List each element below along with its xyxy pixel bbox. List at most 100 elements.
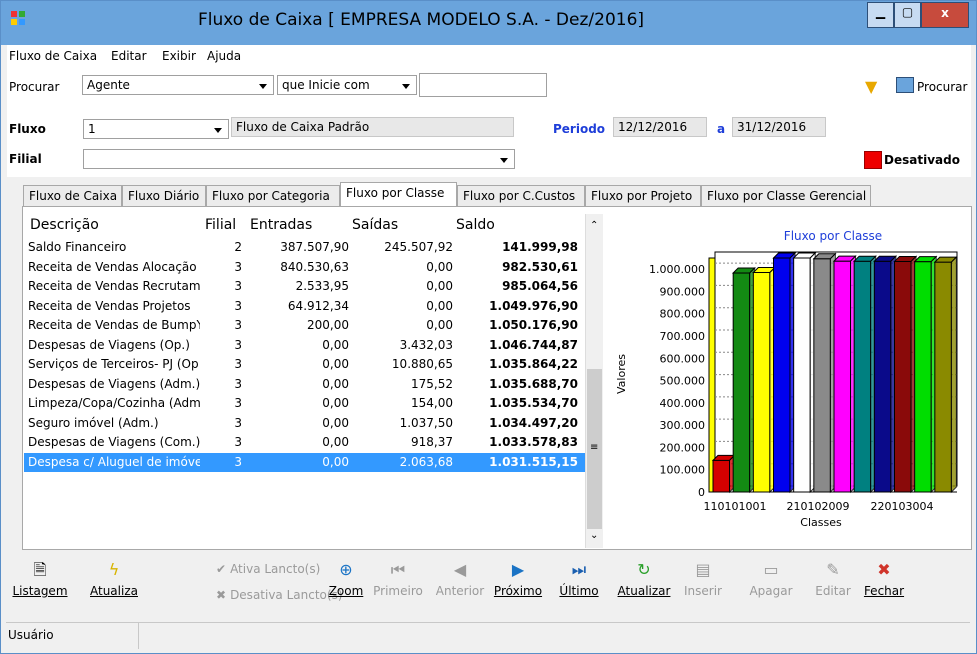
chart-y-axis-label: Valores <box>615 354 628 394</box>
chart-bar <box>732 272 751 493</box>
chart-bar <box>914 261 932 493</box>
toolbar-button-label: Próximo <box>493 584 543 598</box>
cell-saldo: 1.035.688,70 <box>489 376 578 391</box>
header-descricao[interactable]: Descrição <box>30 217 99 233</box>
search-field-select[interactable]: Agente <box>82 75 274 95</box>
tab-fluxo-por-projeto[interactable]: Fluxo por Projeto <box>585 185 701 207</box>
table-row[interactable]: Despesa c/ Aluguel de imóvei 3 0,00 2.063,6… <box>24 452 585 472</box>
pr-ximo-button[interactable]: ▶ Próximo <box>488 560 548 598</box>
cell-filial: 3 <box>234 454 242 469</box>
tab-fluxo-por-ccustos[interactable]: Fluxo por C.Custos <box>457 185 585 207</box>
cell-descricao: Despesa c/ Aluguel de imóvei <box>28 454 200 469</box>
cell-saldo: 1.035.864,22 <box>489 357 578 371</box>
period-end[interactable]: 31/12/2016 <box>732 117 826 137</box>
search-button[interactable]: Procurar <box>917 80 967 94</box>
ativa-lancto-s--button[interactable]: ✔ Ativa Lancto(s) <box>216 562 320 576</box>
cell-saidas: 2.063,68 <box>399 454 453 469</box>
table-row[interactable]: Serviços de Terceiros- PJ (Op 3 0,00 10.880… <box>24 355 585 374</box>
title-bar: Fluxo de Caixa [ EMPRESA MODELO S.A. - D… <box>1 1 976 45</box>
search-input[interactable] <box>419 73 547 97</box>
scroll-up-icon[interactable]: ⌃ <box>590 220 598 231</box>
grid-header: Descrição Filial Entradas Saídas Saldo <box>24 214 585 236</box>
cell-filial: 2 <box>234 240 242 254</box>
chart-y-tick-label: 1.000.000 <box>649 263 705 276</box>
search-condition-select[interactable]: que Inicie com <box>277 75 417 95</box>
cell-saidas: 918,37 <box>411 435 453 449</box>
maximize-icon: ▢ <box>901 5 914 19</box>
fluxo-name: Fluxo de Caixa Padrão <box>231 117 514 137</box>
tab-fluxo-por-classe-gerencial[interactable]: Fluxo por Classe Gerencial <box>701 185 871 207</box>
table-row[interactable]: Receita de Vendas Recrutame 3 2.533,95 0,00… <box>24 277 585 296</box>
cell-saidas: 3.432,03 <box>399 337 453 352</box>
inserir-button[interactable]: ▤ Inserir <box>673 560 733 598</box>
fechar-button[interactable]: ✖ Fechar <box>854 560 914 598</box>
cell-saidas: 1.037,50 <box>399 415 453 430</box>
menu-exibir[interactable]: Exibir <box>162 49 196 63</box>
toolbar-button-label: Inserir <box>684 584 722 598</box>
cell-entradas: 200,00 <box>307 318 349 332</box>
zoom-button[interactable]: ⊕ Zoom <box>316 560 376 598</box>
report-icon: 🗎 <box>33 560 47 579</box>
maximize-button[interactable]: ▢ <box>894 2 921 28</box>
scroll-down-icon[interactable]: ⌄ <box>590 530 598 541</box>
table-row[interactable]: Receita de Vendas Alocação 3 840.530,63 0,0… <box>24 258 585 277</box>
tab-fluxo-por-classe[interactable]: Fluxo por Classe <box>340 182 457 208</box>
period-start[interactable]: 12/12/2016 <box>613 117 707 137</box>
grid-scrollbar[interactable]: ⌃ ≡ ⌄ <box>585 214 603 548</box>
table-row[interactable]: Limpeza/Copa/Cozinha (Adm. 3 0,00 154,00 1.0… <box>24 394 585 413</box>
cell-descricao: Receita de Vendas Alocação <box>28 259 197 274</box>
filial-select[interactable] <box>83 149 515 169</box>
atualiza-button[interactable]: ϟ Atualiza <box>84 560 144 598</box>
cell-saldo: 1.031.515,15 <box>489 454 578 469</box>
cell-descricao: Receita de Vendas Projetos <box>28 298 191 313</box>
chart-y-tick-label: 0 <box>698 486 705 499</box>
table-row[interactable]: Seguro imóvel (Adm.) 3 0,00 1.037,50 1.034.4… <box>24 414 585 433</box>
menu-ajuda[interactable]: Ajuda <box>207 49 241 63</box>
cell-descricao: Receita de Vendas de BumpY <box>28 318 200 332</box>
filter-icon[interactable]: ▼ <box>865 77 877 96</box>
toolbar-button-label: Último <box>559 584 599 598</box>
table-row[interactable]: Receita de Vendas de BumpY 3 200,00 0,00 1.0… <box>24 316 585 335</box>
chevron-down-icon <box>402 84 410 89</box>
menu-fluxo[interactable]: Fluxo de Caixa <box>9 49 97 63</box>
table-row[interactable]: Despesas de Viagens (Com.) 3 0,00 918,37 1.0… <box>24 433 585 452</box>
cell-saldo: 141.999,98 <box>502 240 578 254</box>
cell-entradas: 64.912,34 <box>287 298 349 313</box>
status-user-label: Usuário <box>8 628 54 642</box>
cell-saidas: 0,00 <box>426 318 453 332</box>
table-row[interactable]: Saldo Financeiro 2 387.507,90 245.507,92 141… <box>24 238 585 257</box>
menu-editar[interactable]: Editar <box>111 49 147 63</box>
header-filial[interactable]: Filial <box>205 217 236 233</box>
prev-icon: ◀ <box>453 560 467 579</box>
-ltimo-button[interactable]: ⏭ Último <box>549 560 609 598</box>
table-row[interactable]: Despesas de Viagens (Adm.) 3 0,00 175,52 1.0… <box>24 375 585 394</box>
window-title: Fluxo de Caixa [ EMPRESA MODELO S.A. - D… <box>197 10 645 30</box>
chevron-down-icon <box>500 158 508 163</box>
fluxo-label: Fluxo <box>9 122 46 136</box>
filial-label: Filial <box>9 152 42 166</box>
header-saldo[interactable]: Saldo <box>456 217 495 233</box>
anterior-button[interactable]: ◀ Anterior <box>430 560 490 598</box>
fluxo-code-select[interactable]: 1 <box>83 119 229 139</box>
periodo-label: Periodo <box>553 122 606 136</box>
atualizar-button[interactable]: ↻ Atualizar <box>614 560 674 598</box>
search-icon[interactable] <box>896 77 914 93</box>
close-button[interactable]: x <box>921 2 969 28</box>
cell-saldo: 1.034.497,20 <box>489 415 578 430</box>
listagem-button[interactable]: 🗎 Listagem <box>10 560 70 598</box>
header-saidas[interactable]: Saídas <box>352 217 398 233</box>
table-row[interactable]: Despesas de Viagens (Op.) 3 0,00 3.432,03 1.… <box>24 336 585 355</box>
table-row[interactable]: Receita de Vendas Projetos 3 64.912,34 0,00… <box>24 297 585 316</box>
tab-fluxo-por-categoria[interactable]: Fluxo por Categoria <box>206 185 340 207</box>
cell-entradas: 0,00 <box>322 454 349 469</box>
primeiro-button[interactable]: ⏮ Primeiro <box>368 560 428 598</box>
tab-fluxo-diario[interactable]: Fluxo Diário <box>122 185 206 207</box>
minimize-button[interactable]: ▁ <box>867 2 894 28</box>
tab-fluxo-de-caixa[interactable]: Fluxo de Caixa <box>23 185 122 207</box>
cell-descricao: Seguro imóvel (Adm.) <box>28 415 159 430</box>
status-divider <box>138 623 139 649</box>
data-grid[interactable]: Descrição Filial Entradas Saídas Saldo S… <box>24 214 585 548</box>
apagar-button[interactable]: ▭ Apagar <box>741 560 801 598</box>
cell-filial: 3 <box>234 376 242 391</box>
header-entradas[interactable]: Entradas <box>250 217 312 233</box>
